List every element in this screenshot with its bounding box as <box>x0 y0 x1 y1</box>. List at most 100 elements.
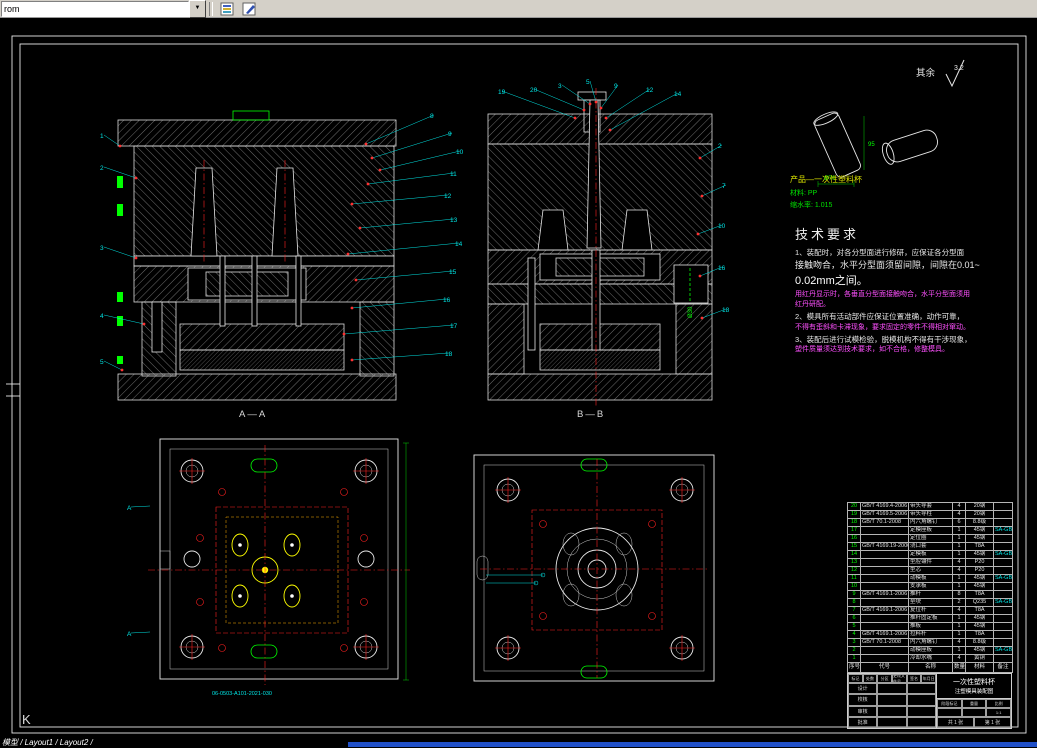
callout-label: 12 <box>444 193 452 200</box>
callout-label: 11 <box>450 171 457 178</box>
callout-label: 14 <box>455 241 463 248</box>
tb-scale-label: 比例 <box>986 699 1012 708</box>
section-view-a <box>117 110 397 401</box>
section-b-label: B—B <box>577 409 605 420</box>
bom-row: 5 推板 1 45钢 <box>847 622 1013 631</box>
callout-label: 15 <box>449 269 457 276</box>
tb-designer-label: 设计 <box>848 683 878 695</box>
layer-combo[interactable]: ▼ <box>1 0 206 18</box>
drawing-canvas-area[interactable]: A—A Ø30 B—B 06-0503-A101-2021-030 Ø70 95… <box>0 18 1037 748</box>
callout-label: 10 <box>456 149 464 156</box>
bom-row: 19 GB/T 4169.5-2006 带头导柱 4 20钢 <box>847 510 1013 519</box>
tech-line: 用红丹显示时，各垂直分型面接触吻合，水平分型面须用 <box>795 290 970 298</box>
roughness-prefix-label: 其余 <box>916 67 936 79</box>
tech-line: 接触吻合，水平分型面须留间隙，间隙在0.01~ <box>795 259 980 270</box>
callout-label: 1 <box>100 133 104 140</box>
bom-row: 9 GB/T 4169.1-2006 推杆 8 T8A <box>847 590 1013 599</box>
callout-label: 18 <box>722 307 730 314</box>
product-name-label: 产品—一次性塑料杯 <box>790 174 862 184</box>
title-block-title-area: 一次性塑料杯 注塑模具装配图 阶段标记 重量 比例 1:1 共 1 张 第 1 … <box>937 674 1012 728</box>
callout-label: 9 <box>448 131 452 138</box>
make-layer-current-button[interactable] <box>238 0 260 17</box>
cup-height-dim: 95 <box>868 142 875 148</box>
roughness-value-label: 3.2 <box>954 65 964 72</box>
bom-row: 2动模座板145钢SA-GB模架 <box>847 646 1013 655</box>
tb-field: 处数 <box>862 674 878 683</box>
product-shrinkage-label: 缩水率: 1.015 <box>790 200 833 209</box>
callout-label: 2 <box>718 143 722 150</box>
bom-row: 15 GB/T 4169.19-2006 浇口套 1 T8A <box>847 542 1013 551</box>
tb-field: 签名 <box>906 674 922 683</box>
tb-scale-value: 1:1 <box>986 708 1012 717</box>
bom-row: 11动模板145钢SA-GB模架 <box>847 574 1013 583</box>
tb-field: 分区 <box>877 674 893 683</box>
callout-label: 9 <box>614 83 618 90</box>
layer-combo-input[interactable] <box>1 0 189 17</box>
callout-label: 17 <box>450 323 458 330</box>
tech-line: 3、装配后进行试模检验，脱模机构不得有干涉现象， <box>795 334 972 344</box>
bom-row: 6 推杆固定板 1 45钢 <box>847 614 1013 623</box>
tb-sheet-number: 第 1 张 <box>974 717 1011 728</box>
tb-field: 标记 <box>848 674 863 683</box>
callout-label: 3 <box>558 83 562 90</box>
tb-approver-label: 批准 <box>848 716 878 728</box>
tech-requirements-title: 技术要求 <box>795 227 860 242</box>
callout-label: 8 <box>430 113 434 120</box>
tech-line: 0.02mm之间。 <box>795 274 868 287</box>
bom-row: 12 型芯 4 P20 <box>847 566 1013 575</box>
title-block: 标记 处数 分区 更改文件号 签名 年月日 设计 校核 审核 批准 一次性塑料杯… <box>847 673 1012 729</box>
top-toolbar: ▼ <box>0 0 1037 18</box>
bom-row: 7 GB/T 4169.1-2006 复位杆 4 T8A <box>847 606 1013 615</box>
callout-label: 16 <box>718 265 726 272</box>
tech-line: 红丹研配。 <box>795 301 830 309</box>
combo-dropdown-arrow-icon[interactable]: ▼ <box>189 0 206 18</box>
tech-line: 不得有歪斜和卡滞现象，要求固定的零件不得相对窜动。 <box>795 323 970 331</box>
callout-label: 20 <box>530 87 538 94</box>
tb-field: 更改文件号 <box>892 674 907 683</box>
cad-application-window: { "toolbar": { "layer_value": "rom" }, "… <box>0 0 1037 748</box>
tech-line: 1、装配时，对各分型面进行修研，应保证各分型面 <box>795 248 965 257</box>
callout-label: 16 <box>443 297 451 304</box>
corner-mark-label: K <box>22 712 31 727</box>
tb-reviewer-label: 审核 <box>848 705 878 717</box>
tb-sheets-total: 共 1 张 <box>937 717 974 728</box>
callout-label: 7 <box>722 183 726 190</box>
callout-label: 19 <box>498 89 506 96</box>
section-a-label: A—A <box>239 409 267 420</box>
bom-row: 1 冷却水嘴 4 黄铜 <box>847 654 1013 663</box>
tb-checker-label: 校核 <box>848 694 878 706</box>
layer-sheet-icon <box>220 2 234 15</box>
callout-label: 10 <box>718 223 726 230</box>
bom-row: 14定模板145钢SA-GB模架 <box>847 550 1013 559</box>
callout-label: 5 <box>100 359 104 366</box>
tb-stage-label: 阶段标记 <box>937 699 962 708</box>
technical-requirements: 技术要求 1、装配时，对各分型面进行修研，应保证各分型面接触吻合，水平分型面须留… <box>795 224 1013 356</box>
model-layout-tabs[interactable]: 模型 / Layout1 / Layout2 / <box>2 737 93 748</box>
bom-row: 10 支承板 1 45钢 <box>847 582 1013 591</box>
callout-label: A <box>127 505 132 512</box>
parts-list-table: 20 GB/T 4169.4-2006 带头导套 4 20钢 19 GB/T 4169.5-… <box>847 502 1013 673</box>
tb-field: 年月日 <box>921 674 937 683</box>
callout-label: 5 <box>586 79 590 86</box>
callout-label: 14 <box>674 91 682 98</box>
bom-row: 3 GB/T 70.1-2008 内六角螺钉 4 8.8级 <box>847 638 1013 647</box>
section-view-b: Ø30 <box>487 88 713 406</box>
bottom-blue-bar <box>348 742 1037 747</box>
toolbar-separator <box>209 1 213 16</box>
bom-row: 18 GB/T 70.1-2008 内六角螺钉 6 8.8级 <box>847 518 1013 527</box>
tech-requirements-lines: 1、装配时，对各分型面进行修研，应保证各分型面接触吻合，水平分型面须留间隙，间隙… <box>795 247 1013 356</box>
layer-properties-button[interactable] <box>216 0 238 17</box>
plan-view-moving-half <box>148 438 410 685</box>
callout-label: 3 <box>100 245 104 252</box>
bom-row: 20 GB/T 4169.4-2006 带头导套 4 20钢 <box>847 502 1013 511</box>
callout-label: 13 <box>450 217 458 224</box>
view3-code-label: 06-0503-A101-2021-030 <box>212 691 272 697</box>
callout-label: 4 <box>100 313 104 320</box>
drawing-subtitle: 注塑模具装配图 <box>954 689 994 695</box>
tb-weight-label: 重量 <box>961 699 987 708</box>
tech-line: 塑件质量须达到技术要求，如不合格，修整模具。 <box>795 346 949 354</box>
drawing-title: 一次性塑料杯 <box>953 679 995 686</box>
bom-row: 13 型腔镶件 4 P20 <box>847 558 1013 567</box>
bom-row: 17定模座板145钢SA-GB模架 <box>847 526 1013 535</box>
callout-label: A <box>127 631 132 638</box>
